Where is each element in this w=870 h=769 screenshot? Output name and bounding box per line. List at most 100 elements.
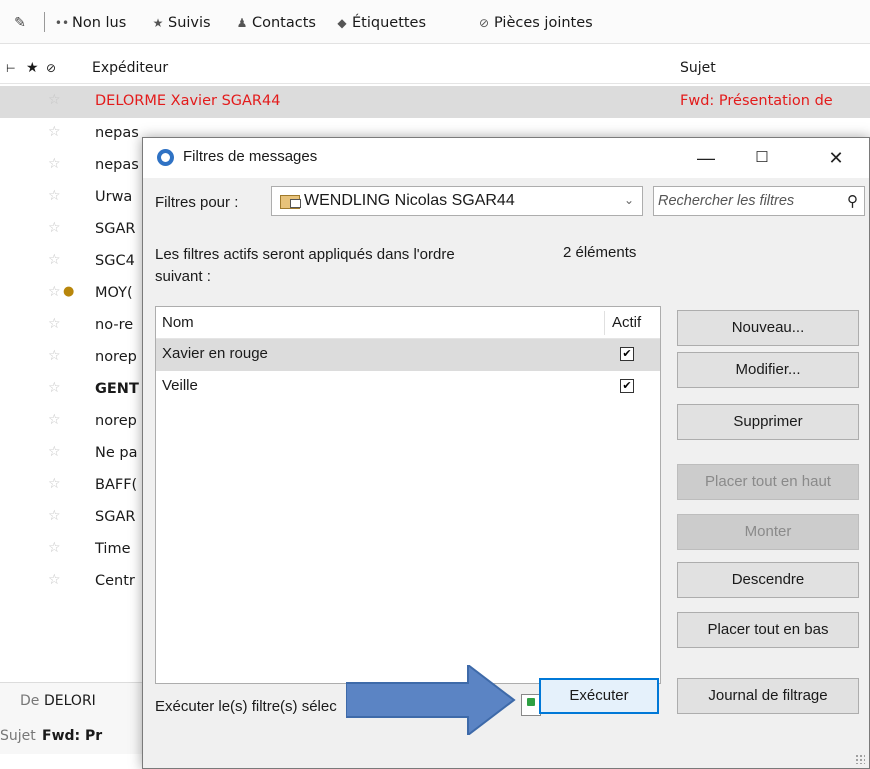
- filter-starred-button[interactable]: ★ Suivis: [150, 13, 211, 33]
- filter-attachments-label: Pièces jointes: [494, 15, 593, 31]
- message-sender: GENT: [95, 381, 139, 397]
- move-top-button[interactable]: Placer tout en haut: [677, 464, 859, 500]
- edit-filter-button[interactable]: Modifier...: [677, 352, 859, 388]
- active-column-header[interactable]: Actif: [612, 314, 641, 331]
- filter-search-box[interactable]: ⚲: [653, 186, 865, 216]
- filter-order-text: Les filtres actifs seront appliqués dans…: [155, 246, 455, 285]
- star-icon[interactable]: ☆: [48, 540, 61, 556]
- filter-unread-button[interactable]: •• Non lus: [54, 13, 126, 33]
- message-sender: nepas: [95, 125, 139, 141]
- attachment-icon: ●: [63, 284, 75, 299]
- run-filter-icon: [521, 694, 541, 716]
- star-icon[interactable]: ☆: [48, 124, 61, 140]
- star-icon[interactable]: ☆: [48, 348, 61, 364]
- message-row[interactable]: ☆ DELORME Xavier SGAR44 Fwd: Présentation …: [0, 86, 870, 118]
- message-sender: no-re: [95, 317, 134, 333]
- filter-active-checkbox[interactable]: ✔: [620, 379, 634, 393]
- star-icon[interactable]: ☆: [48, 188, 61, 204]
- message-sender: nepas: [95, 157, 139, 173]
- star-icon[interactable]: ☆: [48, 476, 61, 492]
- filter-name: Veille: [162, 377, 198, 394]
- run-filters-button[interactable]: Exécuter: [539, 678, 659, 714]
- account-icon: [280, 195, 301, 209]
- chevron-down-icon: ⌄: [623, 193, 634, 207]
- filter-count: 2 éléments: [563, 244, 637, 261]
- subject-column-header[interactable]: Sujet: [680, 60, 716, 76]
- preview-subject-value: Fwd: Pr: [42, 728, 103, 744]
- filter-row[interactable]: Xavier en rouge ✔: [156, 339, 660, 371]
- star-icon[interactable]: ☆: [48, 572, 61, 588]
- message-sender: norep: [95, 413, 137, 429]
- star-icon[interactable]: ☆: [48, 220, 61, 236]
- star-icon[interactable]: ☆: [48, 508, 61, 524]
- filter-attachments-button[interactable]: ⊘ Pièces jointes: [476, 13, 593, 33]
- resize-grip[interactable]: [855, 754, 865, 764]
- preview-subject-label: Sujet: [0, 728, 36, 744]
- sticky-pin-icon[interactable]: ✎: [12, 13, 30, 33]
- preview-from-value[interactable]: DELORI: [44, 693, 96, 709]
- sender-column-header[interactable]: Expéditeur: [92, 60, 168, 76]
- filter-search-input[interactable]: [658, 191, 836, 211]
- filter-list: Nom Actif Xavier en rouge ✔ Veille ✔: [155, 306, 661, 684]
- name-column-header[interactable]: Nom: [162, 314, 194, 331]
- star-icon[interactable]: ☆: [48, 444, 61, 460]
- message-sender: norep: [95, 349, 137, 365]
- move-up-button[interactable]: Monter: [677, 514, 859, 550]
- star-icon[interactable]: ☆: [48, 92, 61, 108]
- thread-column-icon[interactable]: ⊢: [6, 62, 16, 75]
- contact-icon: ♟: [236, 16, 248, 30]
- filter-active-checkbox[interactable]: ✔: [620, 347, 634, 361]
- filter-unread-label: Non lus: [72, 15, 127, 31]
- filter-contacts-button[interactable]: ♟ Contacts: [234, 13, 316, 33]
- filter-row[interactable]: Veille ✔: [156, 371, 660, 403]
- dialog-titlebar[interactable]: Filtres de messages — ☐ ✕: [143, 138, 869, 178]
- filter-contacts-label: Contacts: [252, 15, 316, 31]
- star-icon[interactable]: ☆: [48, 412, 61, 428]
- maximize-button[interactable]: ☐: [739, 138, 785, 178]
- star-icon[interactable]: ☆: [48, 380, 61, 396]
- filter-log-button[interactable]: Journal de filtrage: [677, 678, 859, 714]
- message-subject: Fwd: Présentation de: [680, 93, 833, 109]
- annotation-arrow: [346, 665, 516, 735]
- account-select[interactable]: WENDLING Nicolas SGAR44 ⌄: [271, 186, 643, 216]
- filter-name: Xavier en rouge: [162, 345, 268, 362]
- star-icon[interactable]: ☆: [48, 252, 61, 268]
- filters-for-label: Filtres pour :: [155, 194, 239, 211]
- search-icon[interactable]: ⚲: [847, 192, 858, 210]
- filter-list-header: Nom Actif: [156, 307, 660, 339]
- starred-column-icon[interactable]: ★: [26, 60, 39, 76]
- filter-tags-button[interactable]: ◆ Étiquettes: [334, 13, 426, 33]
- message-sender: Ne pa: [95, 445, 138, 461]
- paperclip-icon: ⊘: [478, 16, 490, 30]
- column-divider: [604, 311, 605, 335]
- move-bottom-button[interactable]: Placer tout en bas: [677, 612, 859, 648]
- message-sender: Centr: [95, 573, 135, 589]
- message-sender: SGAR: [95, 509, 136, 525]
- message-sender: BAFF(: [95, 477, 138, 493]
- dialog-title: Filtres de messages: [183, 148, 318, 165]
- close-button[interactable]: ✕: [813, 138, 859, 178]
- quick-filter-bar: ✎ •• Non lus ★ Suivis ♟ Contacts ◆ Étiquette…: [0, 0, 870, 44]
- account-value: WENDLING Nicolas SGAR44: [304, 192, 515, 209]
- attachment-column-icon[interactable]: ⊘: [46, 61, 56, 75]
- run-filters-label: Exécuter le(s) filtre(s) sélec: [155, 698, 337, 715]
- delete-filter-button[interactable]: Supprimer: [677, 404, 859, 440]
- message-sender: Time: [95, 541, 131, 557]
- message-sender: SGAR: [95, 221, 136, 237]
- filter-starred-label: Suivis: [168, 15, 211, 31]
- star-icon[interactable]: ☆: [48, 316, 61, 332]
- message-list-header: ⊢ ★ ⊘ Expéditeur Sujet: [0, 54, 870, 84]
- new-filter-button[interactable]: Nouveau...: [677, 310, 859, 346]
- thunderbird-icon: [157, 149, 174, 166]
- message-sender: MOY(: [95, 285, 133, 301]
- message-sender: SGC4: [95, 253, 135, 269]
- message-sender: Urwa: [95, 189, 133, 205]
- tag-icon: ◆: [337, 16, 347, 30]
- message-sender: DELORME Xavier SGAR44: [95, 93, 281, 109]
- star-icon: ★: [152, 16, 164, 30]
- star-icon[interactable]: ☆: [48, 284, 61, 300]
- move-down-button[interactable]: Descendre: [677, 562, 859, 598]
- minimize-button[interactable]: —: [683, 138, 729, 178]
- unread-dots-icon: ••: [54, 16, 70, 30]
- star-icon[interactable]: ☆: [48, 156, 61, 172]
